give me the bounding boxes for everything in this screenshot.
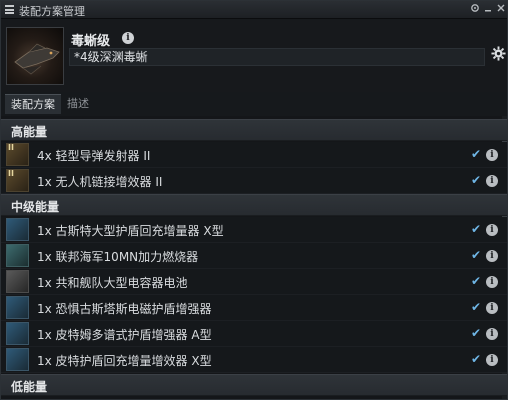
list-item[interactable]: 1x 皮特姆多谱式护盾增强器 A型 ✔ i — [1, 321, 507, 347]
module-label: 1x 皮特姆多谱式护盾增强器 A型 — [37, 328, 212, 342]
menu-icon[interactable] — [5, 5, 14, 14]
group-title: 中级能量 — [11, 200, 60, 214]
title-bar[interactable]: 装配方案管理 — [1, 1, 507, 19]
module-label: 4x 轻型导弹发射器 II — [37, 149, 151, 163]
info-icon[interactable]: i — [486, 149, 498, 161]
info-icon[interactable]: i — [486, 276, 498, 288]
shield-hardener-icon — [6, 296, 29, 319]
module-label: 1x 古斯特大型护盾回充增量器 X型 — [37, 224, 224, 238]
module-label: 1x 恐惧古斯塔斯电磁护盾增强器 — [37, 302, 212, 316]
module-label: 1x 联邦海军10MN加力燃烧器 — [37, 250, 199, 264]
list-item[interactable]: 1x 恐惧古斯塔斯电磁护盾增强器 ✔ i — [1, 295, 507, 321]
afterburner-icon — [6, 244, 29, 267]
shield-booster-icon — [6, 218, 29, 241]
minimize-icon[interactable] — [482, 3, 494, 17]
module-label: 1x 皮特护盾回充增量增效器 X型 — [37, 354, 212, 368]
tab-fitting[interactable]: 装配方案 — [5, 94, 61, 114]
check-icon: ✔ — [471, 173, 482, 187]
group-header-high-slots[interactable]: 高能量 — [1, 119, 507, 141]
list-item[interactable]: 1x 古斯特大型护盾回充增量器 X型 ✔ i — [1, 217, 507, 243]
pin-icon[interactable] — [469, 3, 481, 17]
module-label: 1x 共和舰队大型电容器电池 — [37, 276, 188, 290]
info-icon[interactable]: i — [486, 302, 498, 314]
group-header-mid-slots[interactable]: 中级能量 — [1, 194, 507, 216]
close-icon[interactable] — [495, 3, 507, 17]
tab-bar: 装配方案 描述 — [5, 94, 505, 114]
check-icon: ✔ — [471, 300, 482, 314]
tab-description[interactable]: 描述 — [61, 94, 95, 114]
info-icon[interactable]: i — [486, 250, 498, 262]
check-icon: ✔ — [471, 147, 482, 161]
group-header-low-slots[interactable]: 低能量 — [1, 374, 507, 396]
fitting-management-window: 装配方案管理 毒蜥级 i *4级深渊毒蜥 装配方案 描述 高能量 II 4x 轻… — [0, 0, 508, 400]
fitting-name-field[interactable]: *4级深渊毒蜥 — [69, 48, 485, 66]
check-icon: ✔ — [471, 352, 482, 366]
check-icon: ✔ — [471, 274, 482, 288]
gear-icon[interactable] — [491, 46, 506, 61]
ship-thumbnail[interactable] — [6, 27, 64, 85]
info-icon[interactable]: i — [486, 328, 498, 340]
check-icon: ✔ — [471, 326, 482, 340]
ship-header: 毒蜥级 i *4级深渊毒蜥 — [1, 20, 507, 92]
module-label: 1x 无人机链接增效器 II — [37, 175, 163, 189]
window-title: 装配方案管理 — [19, 5, 85, 18]
info-icon[interactable]: i — [486, 175, 498, 187]
list-item[interactable]: II 1x 无人机链接增效器 II ✔ i — [1, 168, 507, 194]
list-item[interactable]: 1x 联邦海军10MN加力燃烧器 ✔ i — [1, 243, 507, 269]
check-icon: ✔ — [471, 222, 482, 236]
info-icon[interactable]: i — [486, 354, 498, 366]
info-icon[interactable]: i — [486, 224, 498, 236]
ship-name: 毒蜥级 — [71, 34, 111, 49]
check-icon: ✔ — [471, 248, 482, 262]
cap-battery-icon — [6, 270, 29, 293]
drone-link-icon: II — [6, 169, 29, 192]
list-item[interactable]: 1x 共和舰队大型电容器电池 ✔ i — [1, 269, 507, 295]
group-title: 高能量 — [11, 125, 48, 139]
shield-booster-icon — [6, 348, 29, 371]
list-item[interactable]: II 4x 轻型导弹发射器 II ✔ i — [1, 142, 507, 168]
group-title: 低能量 — [11, 380, 48, 394]
launcher-icon: II — [6, 143, 29, 166]
list-item[interactable]: 1x 皮特护盾回充增量增效器 X型 ✔ i — [1, 347, 507, 373]
shield-hardener-icon — [6, 322, 29, 345]
ship-info-icon[interactable]: i — [122, 32, 134, 44]
